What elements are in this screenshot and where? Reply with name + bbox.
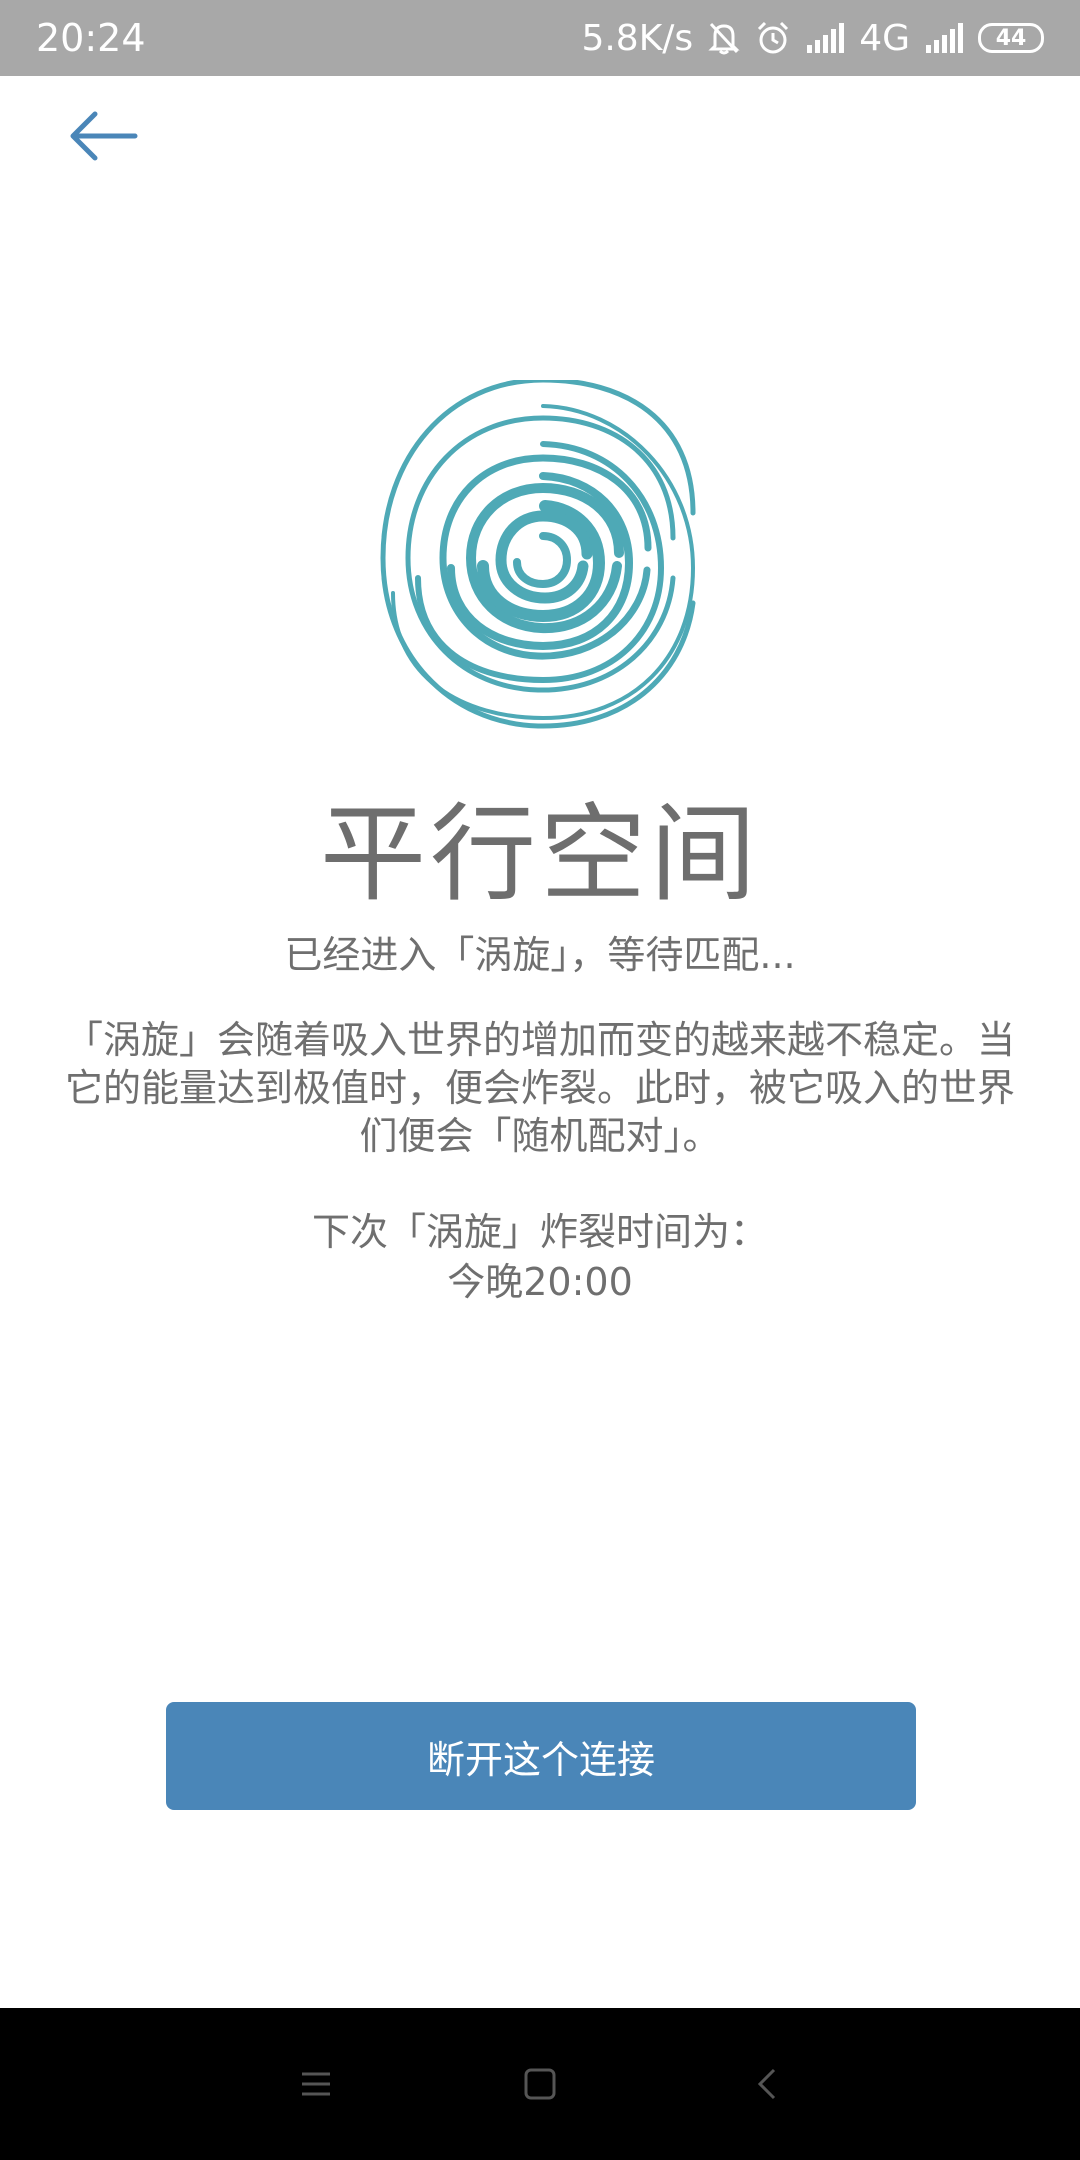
menu-icon[interactable] [286,2054,346,2114]
signal-icon [805,23,845,53]
back-chevron-icon[interactable] [738,2054,798,2114]
network-speed: 5.8K/s [581,17,694,59]
status-icons: 5.8K/s 4G 44 [581,14,1044,62]
status-subtitle: 已经进入「涡旋」，等待匹配... [284,933,796,977]
mute-bell-icon [707,20,741,56]
arrow-left-icon [70,111,138,161]
vortex-description: 「涡旋」会随着吸入世界的增加而变的越来越不稳定。当它的能量达到极值时，便会炸裂。… [64,1018,1015,1158]
alarm-icon [755,20,791,56]
home-square-icon[interactable] [510,2054,570,2114]
network-type: 4G [859,17,910,59]
vortex-icon [380,380,696,729]
status-bar: 20:24 5.8K/s 4G 44 [0,0,1080,76]
system-nav-bar [0,2008,1080,2160]
page-title: 平行空间 [320,793,760,916]
next-burst-label: 下次「涡旋」炸裂时间为： [311,1210,768,1254]
signal-icon [924,23,964,53]
battery-indicator: 44 [978,23,1044,53]
back-button[interactable] [58,96,148,176]
disconnect-button[interactable]: 断开这个连接 [166,1702,916,1810]
next-burst-time: 今晚20:00 [447,1260,633,1304]
status-time: 20:24 [36,16,146,60]
